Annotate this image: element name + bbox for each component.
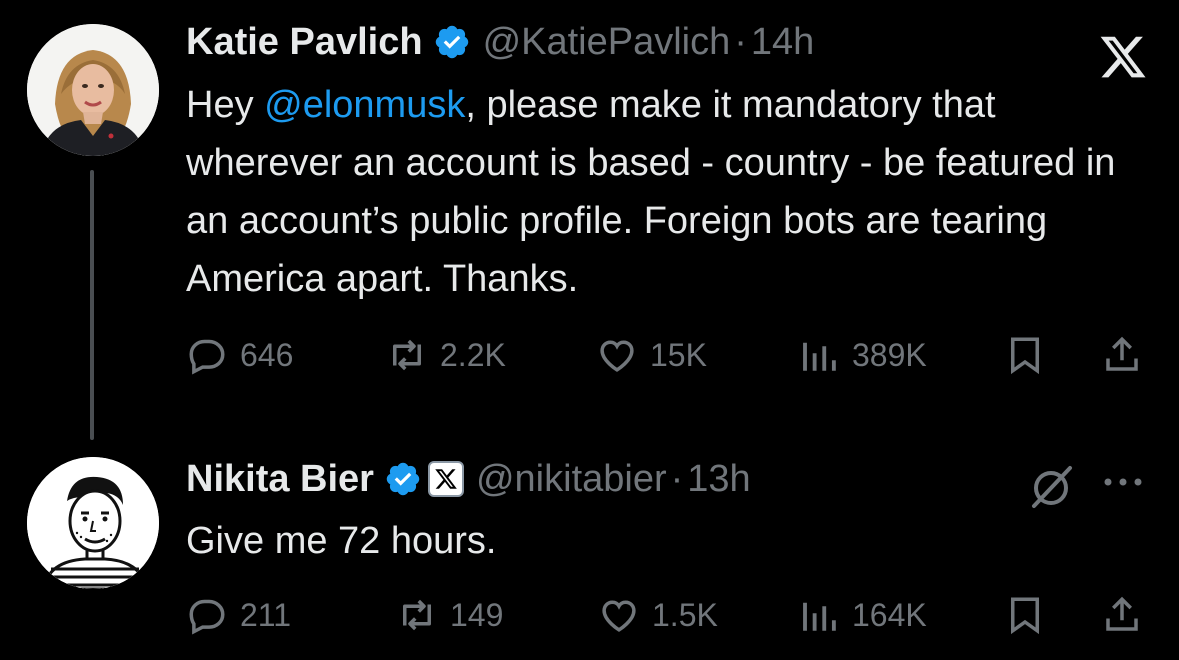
like-count: 15K <box>650 336 707 373</box>
bookmark-button[interactable] <box>1004 330 1046 380</box>
action-bar: 211 149 1.5K 164K <box>186 590 1146 640</box>
timestamp[interactable]: 13h <box>687 457 750 501</box>
verified-badge-icon[interactable] <box>384 460 422 498</box>
reply-count: 211 <box>240 596 292 633</box>
views-button[interactable]: 389K <box>798 330 927 380</box>
action-bar: 646 2.2K 15K 389K <box>186 330 1146 380</box>
bookmark-icon <box>1004 334 1046 376</box>
display-name[interactable]: Nikita Bier <box>186 457 374 501</box>
share-button[interactable] <box>1101 590 1143 640</box>
repost-icon <box>386 334 428 376</box>
repost-count: 149 <box>450 596 504 633</box>
handle[interactable]: @nikitabier <box>476 457 667 501</box>
like-count: 1.5K <box>652 596 718 633</box>
share-button[interactable] <box>1101 330 1143 380</box>
views-count: 389K <box>852 336 927 373</box>
repost-button[interactable]: 2.2K <box>386 330 506 380</box>
separator-dot: · <box>734 21 747 63</box>
repost-icon <box>396 594 438 636</box>
tweet-text: Give me 72 hours. <box>186 520 497 562</box>
reply-icon <box>186 334 228 376</box>
grok-icon[interactable] <box>1024 460 1078 514</box>
avatar-katie-pavlich[interactable] <box>27 24 159 156</box>
text-prefix: Hey <box>186 84 265 126</box>
heart-icon <box>598 594 640 636</box>
share-icon <box>1101 594 1143 636</box>
verified-badge-icon[interactable] <box>433 23 471 61</box>
thread-line <box>90 170 94 440</box>
avatar-nikita-bier[interactable] <box>27 457 159 589</box>
share-icon <box>1101 334 1143 376</box>
display-name[interactable]: Katie Pavlich <box>186 20 423 64</box>
tweet-katie-pavlich[interactable]: Katie Pavlich @KatiePavlich · 14h Hey @e… <box>0 0 1179 440</box>
like-button[interactable]: 1.5K <box>598 590 718 640</box>
bookmark-button[interactable] <box>1004 590 1046 640</box>
heart-icon <box>596 334 638 376</box>
reply-count: 646 <box>240 336 294 373</box>
views-button[interactable]: 164K <box>798 590 927 640</box>
repost-count: 2.2K <box>440 336 506 373</box>
separator-dot: · <box>670 458 684 500</box>
tweet-header: Katie Pavlich @KatiePavlich · 14h <box>186 20 814 64</box>
more-icon[interactable] <box>1100 472 1146 492</box>
like-button[interactable]: 15K <box>596 330 707 380</box>
views-icon <box>798 594 840 636</box>
mention-link[interactable]: @elonmusk <box>264 84 465 126</box>
reply-icon <box>186 594 228 636</box>
bookmark-icon <box>1004 594 1046 636</box>
timestamp[interactable]: 14h <box>751 20 814 64</box>
views-count: 164K <box>852 596 927 633</box>
tweet-header: Nikita Bier @nikitabier · 13h <box>186 457 751 501</box>
x-affiliate-badge-icon[interactable] <box>427 461 464 497</box>
x-logo-icon[interactable] <box>1098 34 1148 80</box>
reply-button[interactable]: 646 <box>186 330 293 380</box>
tweet-text: Hey @elonmusk, please make it mandatory … <box>186 76 1161 308</box>
tweet-nikita-bier[interactable]: Nikita Bier @nikitabier · 13h Give me 72… <box>0 430 1179 660</box>
handle[interactable]: @KatiePavlich <box>483 20 731 64</box>
reply-button[interactable]: 211 <box>186 590 291 640</box>
repost-button[interactable]: 149 <box>396 590 503 640</box>
views-icon <box>798 334 840 376</box>
